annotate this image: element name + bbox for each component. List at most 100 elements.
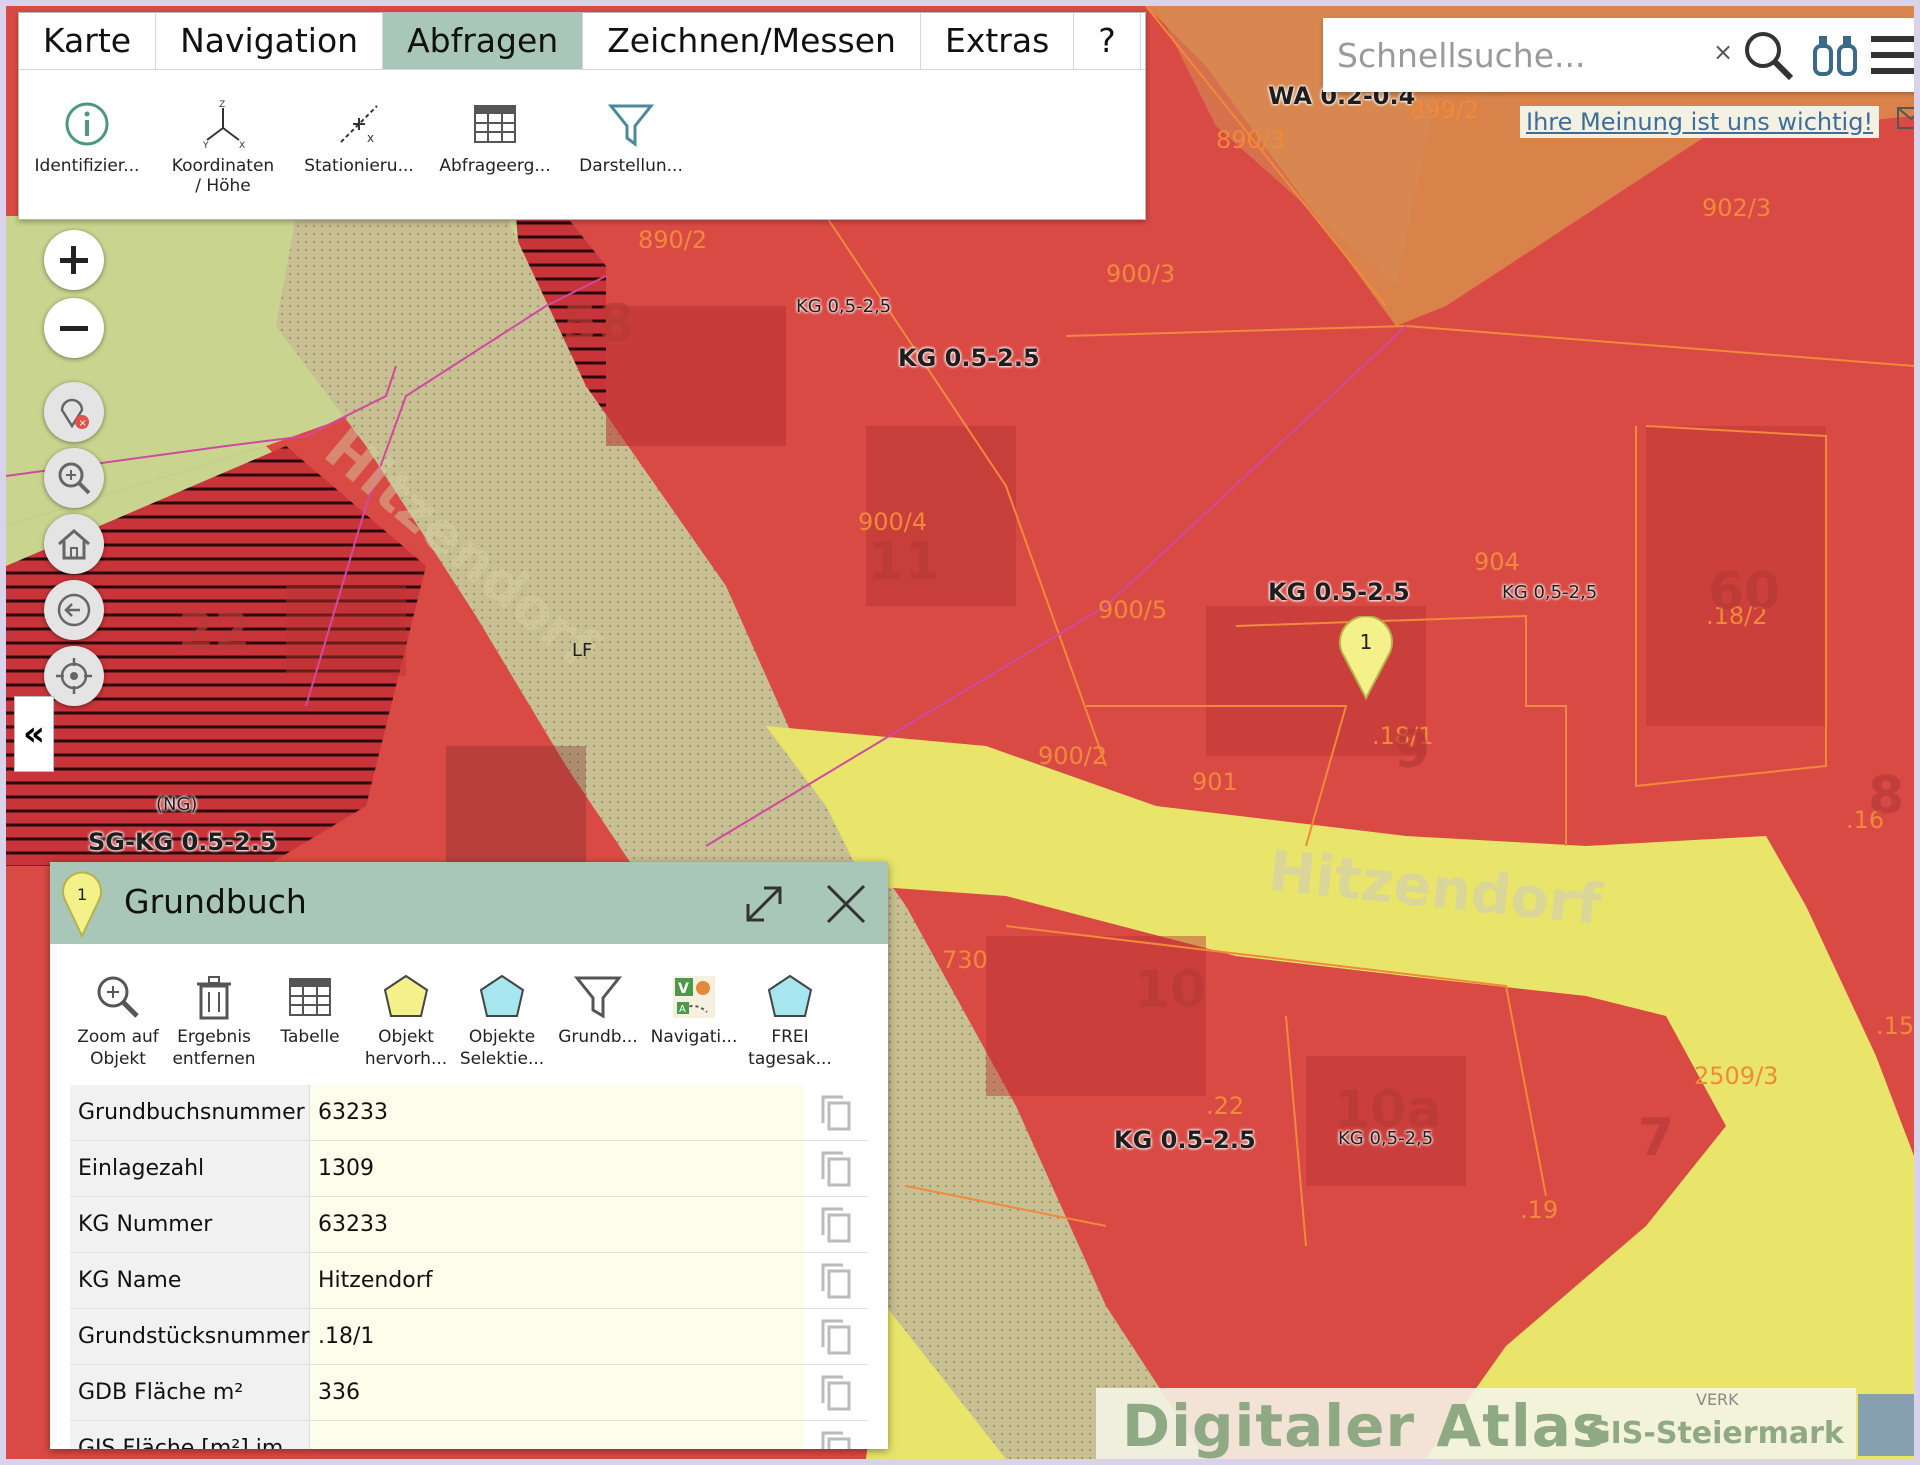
- tool-label: FREI: [771, 1027, 809, 1047]
- tool-label: Stationieru...: [304, 156, 414, 176]
- zoom-to-object-button[interactable]: Zoom auf Objekt: [70, 972, 166, 1086]
- copy-button[interactable]: [804, 1421, 868, 1449]
- search-input[interactable]: [1335, 32, 1719, 78]
- tool-label: Zoom auf: [77, 1027, 159, 1047]
- house-number: 11: [868, 532, 941, 592]
- copy-button[interactable]: [804, 1197, 868, 1252]
- ribbon-tools: Identifizier... Z Y X Koordinaten / Höhe x…: [19, 70, 1145, 196]
- tool-label: Objekt: [378, 1027, 434, 1047]
- tool-label-2: Selektie...: [459, 1049, 545, 1069]
- filter-funnel-icon: [607, 104, 655, 147]
- tool-label: Grundb...: [558, 1027, 638, 1047]
- zoom-out-button[interactable]: [44, 298, 104, 358]
- select-objects-button[interactable]: Objekte Selektie...: [454, 972, 550, 1086]
- map-pin-icon: 1: [62, 871, 102, 938]
- close-icon[interactable]: [824, 882, 868, 926]
- copy-icon: [821, 1375, 851, 1410]
- copy-button[interactable]: [804, 1309, 868, 1364]
- tab-zeichnen-messen[interactable]: Zeichnen/Messen: [583, 13, 921, 69]
- stationing-tool[interactable]: x Stationieru...: [291, 98, 427, 196]
- tool-label: Koordinaten: [171, 156, 275, 176]
- attribute-key: GDB Fläche m²: [70, 1365, 310, 1420]
- zoom-in-button[interactable]: [44, 230, 104, 290]
- attribute-value: .18/1: [310, 1309, 804, 1364]
- hamburger-menu-icon[interactable]: [1871, 34, 1920, 76]
- tab-help[interactable]: ?: [1074, 13, 1141, 69]
- parcel-label: 899/2: [1410, 96, 1480, 124]
- tool-label-2: entfernen: [172, 1049, 256, 1069]
- feedback-link[interactable]: Ihre Meinung ist uns wichtig!: [1520, 106, 1880, 138]
- zone-label: KG 0,5-2,5: [796, 296, 892, 317]
- query-results-tool[interactable]: Abfrageerg...: [427, 98, 563, 196]
- attribute-value: 336: [310, 1365, 804, 1420]
- binoculars-icon[interactable]: [1811, 32, 1859, 78]
- home-button[interactable]: [44, 514, 104, 574]
- parcel-label: .22: [1206, 1092, 1245, 1120]
- quick-search-bar: ×: [1323, 18, 1920, 92]
- attribute-key: Grundbuchsnummer: [70, 1085, 310, 1140]
- parcel-label: 900/3: [1106, 260, 1176, 288]
- copy-button[interactable]: [804, 1365, 868, 1420]
- marker-number: 1: [1359, 630, 1373, 654]
- highlight-object-button[interactable]: Objekt hervorh...: [358, 972, 454, 1086]
- tab-karte[interactable]: Karte: [19, 13, 157, 69]
- back-button[interactable]: [44, 580, 104, 640]
- free-tagesaktuell-button[interactable]: FREI tagesak...: [742, 972, 838, 1086]
- search-icon[interactable]: [1741, 28, 1797, 84]
- zoom-in-icon: [60, 246, 88, 274]
- highlight-polygon-icon: [383, 974, 429, 1017]
- copy-icon: [821, 1319, 851, 1354]
- tool-label-2: Objekt: [90, 1049, 146, 1069]
- home-icon: [58, 529, 90, 560]
- parcel-label: 900/5: [1098, 596, 1168, 624]
- tab-extras[interactable]: Extras: [921, 13, 1075, 69]
- grundbuch-filter-button[interactable]: Grundb...: [550, 972, 646, 1086]
- collapse-sidebar-button[interactable]: «: [14, 696, 54, 772]
- land-use-label: LF: [572, 640, 593, 661]
- svg-text:Z: Z: [219, 100, 225, 110]
- house-number: 10a: [1334, 1080, 1442, 1140]
- magnify-button[interactable]: [44, 448, 104, 508]
- display-tool[interactable]: Darstellun...: [563, 98, 699, 196]
- attribute-key: Grundstücksnummer: [70, 1309, 310, 1364]
- remove-result-button[interactable]: Ergebnis entfernen: [166, 972, 262, 1086]
- zoom-out-icon: [60, 326, 88, 331]
- trash-icon: [197, 976, 231, 1020]
- coordinates-tool[interactable]: Z Y X Koordinaten / Höhe: [155, 98, 291, 196]
- house-number: 7: [1638, 1108, 1675, 1168]
- tool-label: Tabelle: [280, 1027, 340, 1047]
- atlas-subtitle: GIS-Steiermark: [1586, 1416, 1844, 1451]
- copy-button[interactable]: [804, 1253, 868, 1308]
- zoom-to-object-icon: [97, 976, 139, 1018]
- attribute-value: 63233: [310, 1197, 804, 1252]
- tool-label: Objekte: [468, 1027, 536, 1047]
- copy-icon: [821, 1151, 851, 1186]
- ribbon-tabs: Karte Navigation Abfragen Zeichnen/Messe…: [19, 13, 1145, 70]
- parcel-label: 904: [1474, 548, 1520, 576]
- table-button[interactable]: Tabelle: [262, 972, 358, 1086]
- remove-marker-button[interactable]: ×: [44, 382, 104, 442]
- zone-label: (NG): [156, 794, 198, 815]
- location-marker[interactable]: 1: [1336, 615, 1396, 701]
- clear-search-icon[interactable]: ×: [1713, 38, 1733, 66]
- table-row: GDB Fläche m² 336: [70, 1365, 868, 1421]
- table-row: Grundbuchsnummer 63233: [70, 1085, 868, 1141]
- attribute-key: KG Name: [70, 1253, 310, 1308]
- copy-button[interactable]: [804, 1085, 868, 1140]
- svg-text:1: 1: [77, 885, 87, 904]
- parcel-label: 890/3: [1216, 126, 1286, 154]
- identify-tool[interactable]: Identifizier...: [19, 98, 155, 196]
- table-icon: [474, 105, 516, 143]
- tab-navigation[interactable]: Navigation: [156, 13, 384, 69]
- house-number: 9: [1394, 720, 1431, 780]
- mail-icon[interactable]: [1896, 106, 1920, 130]
- copy-button[interactable]: [804, 1141, 868, 1196]
- info-circle-icon: [65, 102, 109, 146]
- house-number: 22: [178, 602, 251, 662]
- tool-label-2: tagesak...: [748, 1049, 832, 1069]
- tab-abfragen[interactable]: Abfragen: [383, 13, 584, 69]
- navigation-button[interactable]: VA Navigati...: [646, 972, 742, 1086]
- expand-icon[interactable]: [742, 882, 786, 926]
- layer-thumbnail[interactable]: [1858, 1394, 1914, 1456]
- attribute-value: [310, 1421, 804, 1449]
